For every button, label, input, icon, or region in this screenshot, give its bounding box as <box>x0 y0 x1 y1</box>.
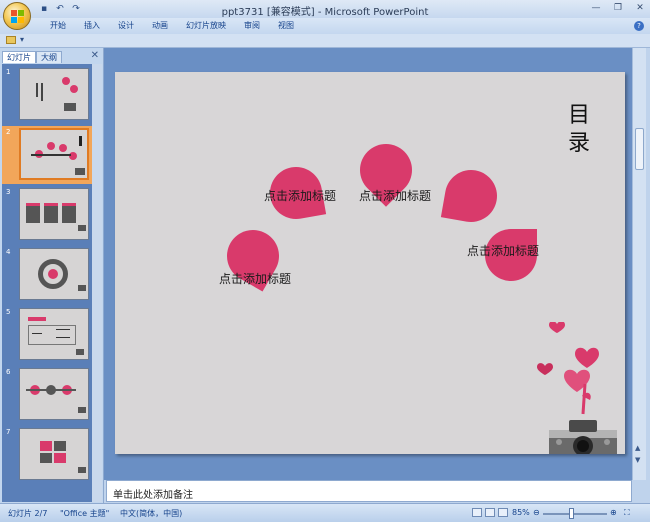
tab-view[interactable]: 视图 <box>269 20 303 32</box>
title-bar: ▪ ↶ ↷ ppt3731 [兼容模式] - Microsoft PowerPo… <box>0 0 650 18</box>
title-placeholder[interactable]: 点击添加标题 <box>359 187 431 204</box>
office-logo-icon <box>11 10 24 23</box>
next-slide-icon[interactable]: ▼ <box>635 456 640 464</box>
help-icon[interactable]: ? <box>634 21 644 31</box>
tab-home[interactable]: 开始 <box>41 20 75 32</box>
slideshow-icon[interactable] <box>498 508 508 517</box>
zoom-level[interactable]: 85% <box>512 508 530 517</box>
close-icon[interactable]: ✕ <box>634 2 646 14</box>
slide-number: 3 <box>6 188 11 196</box>
tab-design[interactable]: 设计 <box>109 20 143 32</box>
slide-counter: 幻灯片 2/7 <box>8 509 48 518</box>
current-slide[interactable]: 目录 点击添加标题 点击添加标题 点击添加标题 点击添加标题 <box>115 72 625 454</box>
notes-pane[interactable]: 单击此处添加备注 <box>106 480 632 502</box>
zoom-slider-knob[interactable] <box>569 508 574 519</box>
restore-icon[interactable]: ❐ <box>612 2 624 14</box>
slide-number: 1 <box>6 68 11 76</box>
tab-animations[interactable]: 动画 <box>143 20 177 32</box>
slide-thumbnail-3[interactable]: 3 <box>2 186 92 244</box>
scroll-thumb[interactable] <box>635 128 644 170</box>
editor-scrollbar[interactable]: ▲ ▼ <box>632 48 646 480</box>
ribbon-tabs: 开始 插入 设计 动画 幻灯片放映 审阅 视图 <box>41 20 303 32</box>
window-title: ppt3731 [兼容模式] - Microsoft PowerPoint <box>221 7 429 18</box>
slide-number: 4 <box>6 248 11 256</box>
previous-slide-icon[interactable]: ▲ <box>635 444 640 452</box>
ribbon: 开始 插入 设计 动画 幻灯片放映 审阅 视图 ? <box>0 18 650 34</box>
slide-preview <box>19 308 89 360</box>
slide-editor: 目录 点击添加标题 点击添加标题 点击添加标题 点击添加标题 <box>104 48 632 480</box>
panel-tabs: 幻灯片 大纲 <box>2 51 62 63</box>
slide-thumbnail-4[interactable]: 4 <box>2 246 92 304</box>
language-indicator[interactable]: 中文(简体，中国) <box>120 508 182 519</box>
normal-view-icon[interactable] <box>472 508 482 517</box>
slide-thumbnail-6[interactable]: 6 <box>2 366 92 424</box>
camera-with-hearts-image[interactable] <box>527 322 625 454</box>
customize-dropdown-icon[interactable]: ▾ <box>20 35 24 44</box>
zoom-in-icon[interactable]: ⊕ <box>610 508 617 517</box>
fit-window-icon[interactable]: ⛶ <box>624 508 630 518</box>
slide-preview <box>19 68 89 120</box>
title-placeholder[interactable]: 点击添加标题 <box>467 242 539 259</box>
slides-panel: 幻灯片 大纲 ✕ 1 2 3 4 5 6 7 <box>0 48 104 503</box>
slide-thumbnail-5[interactable]: 5 <box>2 306 92 364</box>
tab-insert[interactable]: 插入 <box>75 20 109 32</box>
collapsed-ribbon-toolbar: ▾ <box>0 34 650 48</box>
slide-number: 6 <box>6 368 11 376</box>
close-icon[interactable]: ✕ <box>91 50 99 61</box>
notes-placeholder: 单击此处添加备注 <box>113 490 193 501</box>
slide-number: 5 <box>6 308 11 316</box>
slide-number: 7 <box>6 428 11 436</box>
slide-preview <box>19 128 89 180</box>
slide-title[interactable]: 目录 <box>567 102 591 158</box>
zoom-out-icon[interactable]: ⊖ <box>533 508 540 517</box>
title-placeholder[interactable]: 点击添加标题 <box>219 270 291 287</box>
office-button[interactable] <box>3 2 31 30</box>
window-controls: — ❐ ✕ <box>590 2 646 14</box>
slide-preview <box>19 248 89 300</box>
status-bar: 幻灯片 2/7 "Office 主题" 中文(简体，中国) 85% ⊖ ⊕ ⛶ <box>0 503 650 522</box>
thumbnail-scrollbar[interactable] <box>92 64 102 502</box>
title-placeholder[interactable]: 点击添加标题 <box>264 187 336 204</box>
slide-preview <box>19 188 89 240</box>
petal-shape[interactable] <box>440 165 502 227</box>
slide-sorter-icon[interactable] <box>485 508 495 517</box>
slide-thumbnail-2[interactable]: 2 <box>2 126 92 184</box>
slide-preview <box>19 368 89 420</box>
slide-thumbnail-7[interactable]: 7 <box>2 426 92 484</box>
thumbnail-list: 1 2 3 4 5 6 7 <box>2 64 102 502</box>
slide-thumbnail-1[interactable]: 1 <box>2 66 92 124</box>
tab-slides[interactable]: 幻灯片 <box>2 51 36 63</box>
theme-name[interactable]: "Office 主题" <box>60 508 109 519</box>
tab-review[interactable]: 审阅 <box>235 20 269 32</box>
slide-preview <box>19 428 89 480</box>
zoom-slider[interactable] <box>543 513 607 515</box>
open-folder-icon[interactable] <box>6 36 16 44</box>
tab-slideshow[interactable]: 幻灯片放映 <box>177 20 235 32</box>
minimize-icon[interactable]: — <box>590 2 602 14</box>
slide-number: 2 <box>6 128 11 136</box>
tab-outline[interactable]: 大纲 <box>36 51 62 63</box>
